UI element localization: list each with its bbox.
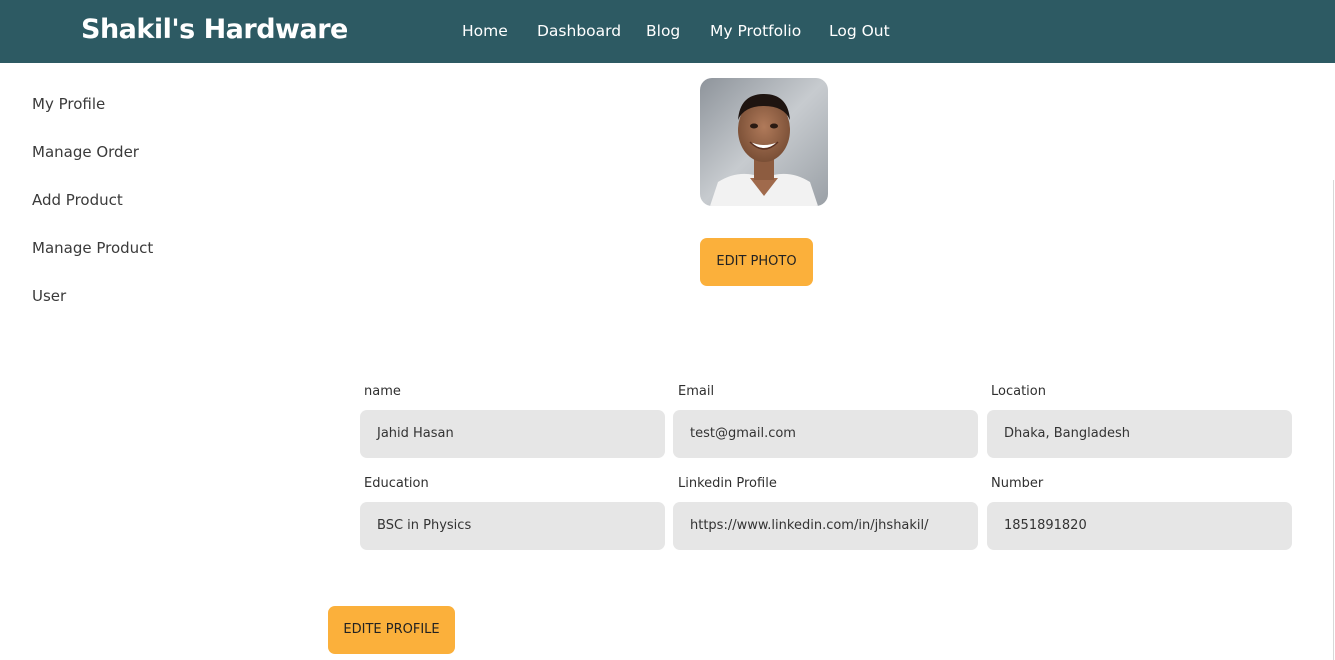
nav-dashboard[interactable]: Dashboard [537,22,621,40]
sidebar-item-my-profile[interactable]: My Profile [32,95,105,113]
nav-logout[interactable]: Log Out [829,22,890,40]
name-field[interactable]: Jahid Hasan [360,410,665,458]
nav-home[interactable]: Home [462,22,508,40]
location-field[interactable]: Dhaka, Bangladesh [987,410,1292,458]
sidebar-item-manage-product[interactable]: Manage Product [32,239,153,257]
sidebar-item-user[interactable]: User [32,287,66,305]
sidebar-item-manage-order[interactable]: Manage Order [32,143,139,161]
linkedin-field[interactable]: https://www.linkedin.com/in/jhshakil/ [673,502,978,550]
edit-photo-button[interactable]: EDIT PHOTO [700,238,813,286]
number-field[interactable]: 1851891820 [987,502,1292,550]
field-label-education: Education [364,476,429,491]
nav-portfolio[interactable]: My Protfolio [710,22,801,40]
top-navbar: Shakil's Hardware Home Dashboard Blog My… [0,0,1335,63]
sidebar-item-add-product[interactable]: Add Product [32,191,123,209]
field-label-linkedin: Linkedin Profile [678,476,777,491]
field-label-number: Number [991,476,1044,491]
field-label-email: Email [678,384,715,399]
edit-profile-button[interactable]: EDITE PROFILE [328,606,455,654]
field-label-location: Location [991,384,1046,399]
content-divider [1333,180,1334,660]
field-label-name: name [364,384,401,399]
education-field[interactable]: BSC in Physics [360,502,665,550]
nav-blog[interactable]: Blog [646,22,680,40]
brand-logo[interactable]: Shakil's Hardware [81,14,348,45]
email-field[interactable]: test@gmail.com [673,410,978,458]
avatar-photo [700,78,828,206]
profile-avatar [700,78,828,206]
